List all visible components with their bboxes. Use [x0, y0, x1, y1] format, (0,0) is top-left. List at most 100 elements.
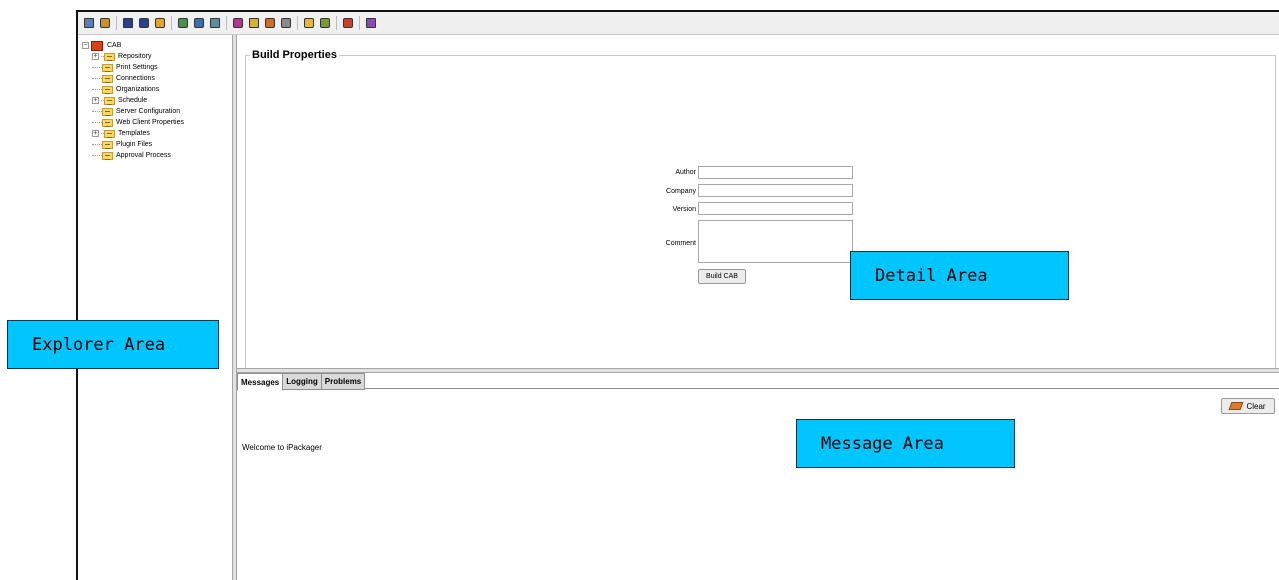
- edit-button[interactable]: [318, 16, 332, 30]
- folder-icon: [102, 107, 113, 116]
- clear-button-label: Clear: [1246, 401, 1266, 411]
- version-label: Version: [672, 206, 696, 213]
- tree-item[interactable]: + Templates: [82, 128, 184, 139]
- tree-item-label: Approval Process: [116, 152, 171, 159]
- properties-button[interactable]: [279, 16, 293, 30]
- collapse-toggle-icon[interactable]: −: [82, 42, 89, 49]
- tab-problems[interactable]: Problems: [320, 373, 366, 390]
- folder-icon: [102, 74, 113, 83]
- plugin-button[interactable]: [364, 16, 378, 30]
- tree-item-label: Connections: [116, 75, 155, 82]
- save-all-button[interactable]: [137, 16, 151, 30]
- run-button[interactable]: [263, 16, 277, 30]
- eraser-icon: [1228, 402, 1244, 410]
- tree-root[interactable]: − CAB: [82, 40, 184, 51]
- tab-logging[interactable]: Logging: [282, 373, 322, 390]
- tree-item[interactable]: Organizations: [82, 84, 184, 95]
- folder-open-button[interactable]: [153, 16, 167, 30]
- detail-panel: Build Properties Author Company Version …: [237, 35, 1279, 371]
- open-icon: [100, 18, 110, 28]
- toolbar: [78, 12, 1279, 35]
- properties-icon: [281, 18, 291, 28]
- new-folder-button[interactable]: [302, 16, 316, 30]
- tree-item-label: Print Settings: [116, 64, 158, 71]
- company-field[interactable]: [698, 184, 853, 197]
- tree-item-label: Plugin Files: [116, 141, 153, 148]
- company-label: Company: [666, 188, 696, 195]
- package-button[interactable]: [341, 16, 355, 30]
- toolbar-separator: [116, 16, 117, 30]
- tree-item[interactable]: Connections: [82, 73, 184, 84]
- tree-connector: [92, 89, 102, 90]
- clear-button[interactable]: Clear: [1221, 398, 1275, 414]
- author-field[interactable]: [698, 166, 853, 179]
- tree-item[interactable]: Server Configuration: [82, 106, 184, 117]
- folder-icon: [102, 63, 113, 72]
- export-icon: [233, 18, 243, 28]
- tree-connector: [92, 155, 102, 156]
- tree-item[interactable]: Web Client Properties: [82, 117, 184, 128]
- toolbar-separator: [297, 16, 298, 30]
- explorer-tree: − CAB + Repository Print Settings Connectio…: [82, 40, 184, 161]
- message-tabs: Messages Logging Problems: [237, 373, 366, 391]
- application-window: − CAB + Repository Print Settings Connectio…: [76, 10, 1279, 580]
- refresh-icon: [194, 18, 204, 28]
- tree-button[interactable]: [176, 16, 190, 30]
- tree-item-label: Server Configuration: [116, 108, 181, 115]
- tree-item[interactable]: Approval Process: [82, 150, 184, 161]
- folder-icon: [104, 96, 115, 105]
- tree-item[interactable]: + Repository: [82, 51, 184, 62]
- toolbar-separator: [226, 16, 227, 30]
- folder-icon: [102, 140, 113, 149]
- save-all-icon: [139, 18, 149, 28]
- group-title: Build Properties: [250, 49, 339, 61]
- toolbar-separator: [171, 16, 172, 30]
- folder-icon: [102, 85, 113, 94]
- tab-divider: [237, 388, 1279, 389]
- open-button[interactable]: [98, 16, 112, 30]
- folder-open-icon: [155, 18, 165, 28]
- folder-icon: [104, 52, 115, 61]
- tree-connector: [92, 144, 102, 145]
- edit-icon: [320, 18, 330, 28]
- tree-item-label: Schedule: [118, 97, 148, 104]
- tree-icon: [178, 18, 188, 28]
- save-button[interactable]: [121, 16, 135, 30]
- explorer-area-callout: Explorer Area: [7, 320, 219, 369]
- export-button[interactable]: [231, 16, 245, 30]
- tree-item-label: Web Client Properties: [116, 119, 184, 126]
- folder-icon: [102, 151, 113, 160]
- folder-icon: [102, 118, 113, 127]
- new-button[interactable]: [82, 16, 96, 30]
- build-properties-group: Build Properties Author Company Version …: [245, 49, 1276, 371]
- plugin-icon: [366, 18, 376, 28]
- import-icon: [210, 18, 220, 28]
- tree-item[interactable]: Print Settings: [82, 62, 184, 73]
- tree-connector: [92, 122, 102, 123]
- welcome-message: Welcome to iPackager: [242, 443, 322, 452]
- save-icon: [123, 18, 133, 28]
- expand-toggle-icon[interactable]: +: [92, 53, 99, 60]
- version-field[interactable]: [698, 202, 853, 215]
- expand-toggle-icon[interactable]: +: [92, 97, 99, 104]
- tree-item[interactable]: Plugin Files: [82, 139, 184, 150]
- import-button[interactable]: [208, 16, 222, 30]
- document-button[interactable]: [247, 16, 261, 30]
- refresh-button[interactable]: [192, 16, 206, 30]
- expand-toggle-icon[interactable]: +: [92, 130, 99, 137]
- build-cab-button[interactable]: Build CAB: [698, 269, 746, 284]
- folder-icon: [104, 129, 115, 138]
- tree-connector: [92, 67, 102, 68]
- tree-item-label: Repository: [118, 53, 152, 60]
- cab-root-icon: [91, 40, 103, 51]
- tree-connector: [92, 78, 102, 79]
- tab-messages[interactable]: Messages: [237, 373, 284, 391]
- run-icon: [265, 18, 275, 28]
- tree-item[interactable]: + Schedule: [82, 95, 184, 106]
- detail-area-callout: Detail Area: [850, 251, 1069, 300]
- document-icon: [249, 18, 259, 28]
- toolbar-separator: [359, 16, 360, 30]
- message-area-callout: Message Area: [796, 419, 1015, 468]
- comment-field[interactable]: [698, 220, 853, 263]
- tree-root-label: CAB: [107, 42, 122, 49]
